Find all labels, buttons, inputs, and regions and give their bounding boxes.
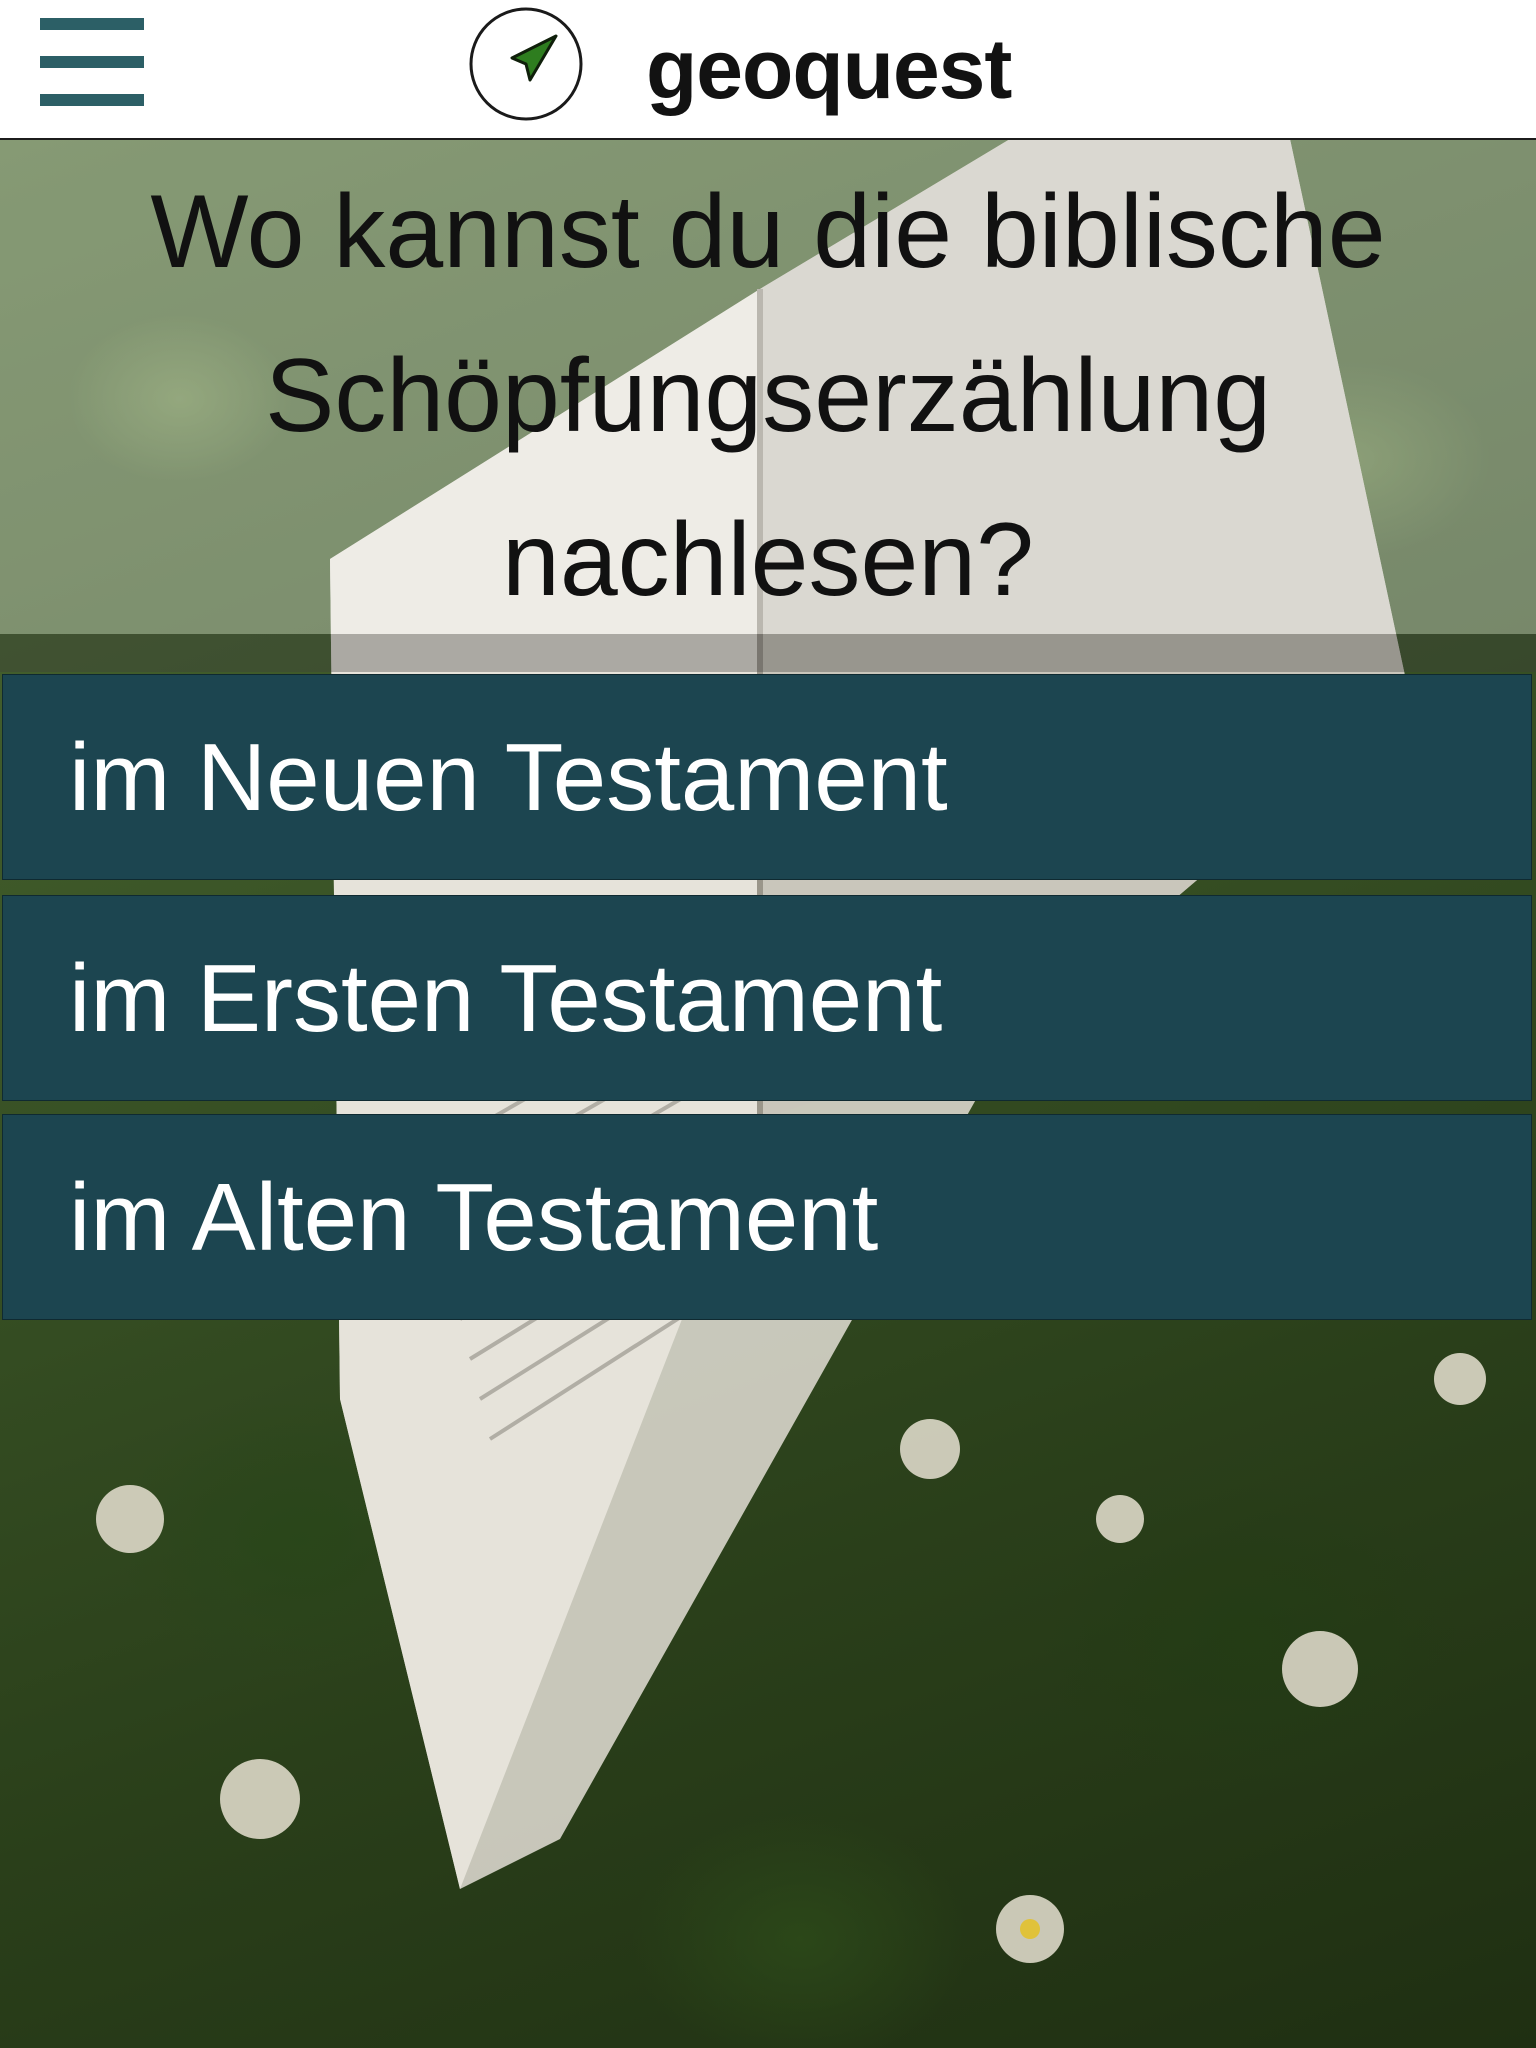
question-line: Wo kannst du die biblische xyxy=(150,174,1386,290)
answer-button-3[interactable]: im Alten Testament xyxy=(2,1114,1532,1320)
question-line: Schöpfungserzählung xyxy=(264,338,1272,454)
app-header: geoquest xyxy=(0,0,1536,140)
hamburger-menu-icon[interactable] xyxy=(40,18,144,108)
navigation-arrow-icon xyxy=(469,7,583,121)
app-name: geoquest xyxy=(646,22,1012,116)
question-text: Wo kannst du die biblische Schöpfungserz… xyxy=(60,150,1476,642)
question-line: nachlesen? xyxy=(502,502,1034,618)
answer-button-2[interactable]: im Ersten Testament xyxy=(2,895,1532,1101)
answer-button-1[interactable]: im Neuen Testament xyxy=(2,674,1532,880)
